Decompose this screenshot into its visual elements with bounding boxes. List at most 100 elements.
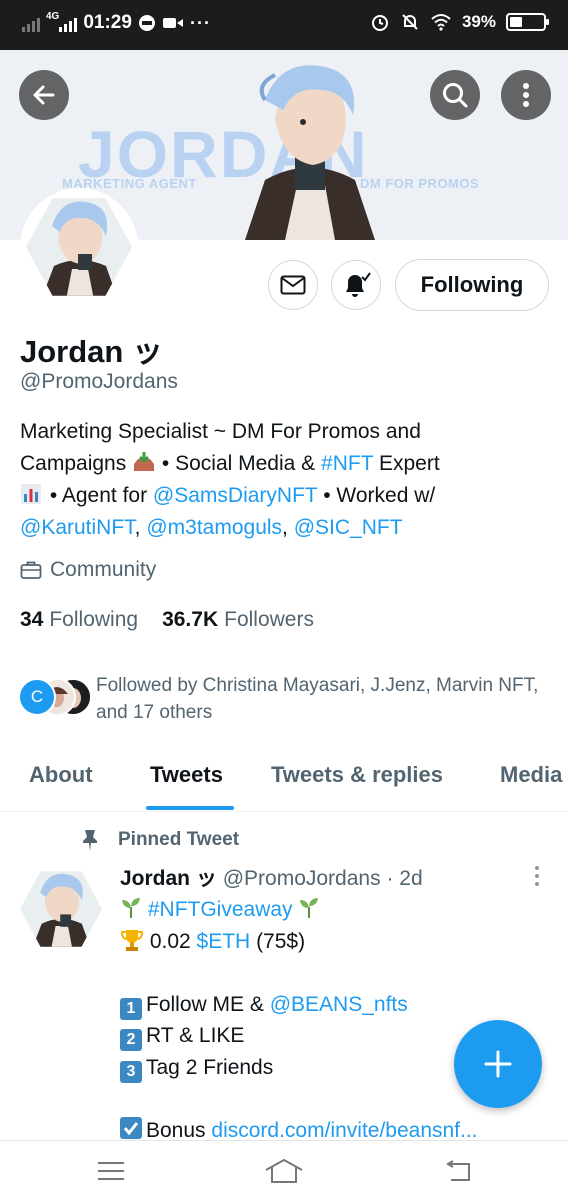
more-notifications-icon: ··· <box>189 12 211 33</box>
following-count: 34 <box>20 608 44 631</box>
followers-label: Followers <box>224 608 314 631</box>
following-stat[interactable]: 34 Following <box>20 608 138 632</box>
bio-text: • Social Media & <box>156 452 322 475</box>
profile-category: Community <box>20 558 156 582</box>
bio-text: Expert <box>373 452 440 475</box>
hashtag-link[interactable]: #NFTGiveaway <box>148 898 293 921</box>
tweet-text: Follow ME & <box>146 992 270 1016</box>
bio-text: , <box>282 516 294 539</box>
mention-link[interactable]: @m3tamoguls <box>146 516 282 539</box>
profile-handle: @PromoJordans <box>20 370 178 393</box>
profile-stats: 34 Following 36.7K Followers <box>20 608 314 632</box>
mention-link[interactable]: @SamsDiaryNFT <box>153 484 317 507</box>
followed-by-text: Followed by Christina Mayasari, J.Jenz, … <box>96 675 539 723</box>
bio-line: Marketing Specialist ~ DM For Promos and <box>20 420 421 443</box>
bio-text: • Agent for <box>44 484 153 507</box>
system-nav-bar <box>0 1140 568 1200</box>
tab-about[interactable]: About <box>29 762 93 788</box>
bell-check-icon <box>346 272 371 297</box>
tweet-text: 0.02 <box>144 929 197 953</box>
compose-tweet-button[interactable] <box>454 1020 542 1108</box>
notifications-button[interactable] <box>331 260 381 310</box>
followers-count: 36.7K <box>162 608 219 631</box>
search-button[interactable] <box>430 70 480 120</box>
search-icon <box>443 83 468 108</box>
alarm-icon <box>371 15 388 31</box>
back-nav-button[interactable] <box>437 1155 477 1187</box>
profile-avatar[interactable] <box>20 188 138 306</box>
tweet-author-avatar[interactable] <box>20 871 102 947</box>
cashtag-link[interactable]: $ETH <box>197 930 251 953</box>
tweet-timestamp: · 2d <box>386 867 423 890</box>
discord-link[interactable]: discord.com/invite/beansnf... <box>211 1119 477 1142</box>
back-button[interactable] <box>19 70 69 120</box>
active-tab-indicator <box>146 806 234 810</box>
follower-avatars: C <box>18 678 98 718</box>
mention-link[interactable]: @BEANS_nfts <box>270 993 408 1016</box>
bio-line: @KarutiNFT, @m3tamoguls, @SIC_NFT <box>20 512 550 544</box>
line-app-icon <box>138 15 155 31</box>
tab-tweets-replies[interactable]: Tweets & replies <box>271 762 443 788</box>
bio-line: • Agent for @SamsDiaryNFT • Worked w/ <box>20 480 550 512</box>
tweet-author-name[interactable]: Jordan ッ <box>120 867 217 890</box>
profile-bio: Marketing Specialist ~ DM For Promos and… <box>20 416 550 544</box>
battery-icon <box>506 13 549 31</box>
bio-text: • Worked w/ <box>317 484 436 507</box>
wifi-icon <box>431 14 451 31</box>
trophy-emoji-icon <box>120 929 144 951</box>
tweet-author-handle[interactable]: @PromoJordans <box>223 867 381 890</box>
followed-by[interactable]: C Followed by Christina Mayasari, J.Jenz… <box>18 672 558 728</box>
tweet-more-icon[interactable] <box>530 864 544 888</box>
vertical-dots-icon <box>523 83 529 107</box>
keycap-emoji-icon: 3 <box>120 1060 142 1083</box>
following-label: Following <box>49 608 139 631</box>
mention-link[interactable]: @SIC_NFT <box>294 516 403 539</box>
envelope-icon <box>280 275 306 295</box>
mute-bell-icon <box>402 14 418 30</box>
tab-media[interactable]: Media <box>500 762 562 788</box>
home-icon <box>265 1158 303 1183</box>
battery-percent: 39% <box>461 12 496 31</box>
avatar: C <box>18 678 56 716</box>
plus-icon <box>484 1050 512 1078</box>
pinned-label: Pinned Tweet <box>80 828 239 852</box>
tweet-header: Jordan ッ @PromoJordans · 2d <box>120 862 423 892</box>
recents-button[interactable] <box>91 1155 131 1187</box>
status-bar: 4G 01:29 ··· 39% <box>0 0 568 50</box>
tweet-text: RT & LIKE <box>146 1024 245 1047</box>
keycap-emoji-icon: 2 <box>120 1029 142 1051</box>
tab-tweets[interactable]: Tweets <box>150 762 223 788</box>
followers-stat[interactable]: 36.7K Followers <box>162 608 314 632</box>
tweet-body: #NFTGiveaway 0.02 $ETH (75$) 1 Follow ME … <box>120 894 550 1146</box>
back-arrow-icon <box>446 1160 470 1181</box>
bio-text: , <box>134 516 147 539</box>
category-label: Community <box>50 558 157 581</box>
arrow-left-icon <box>33 85 55 105</box>
seedling-emoji-icon <box>300 898 319 918</box>
home-button[interactable] <box>264 1155 304 1187</box>
banner-character-illustration <box>245 65 375 240</box>
status-time: 01:29 <box>83 12 132 33</box>
pinned-tweet-label: Pinned Tweet <box>118 829 240 850</box>
tweet-text: Tag 2 Friends <box>146 1055 274 1079</box>
mention-link[interactable]: @KarutiNFT <box>20 516 135 539</box>
seedling-emoji-icon <box>122 898 140 918</box>
bio-line: Campaigns • Social Media & #NFT Expert <box>20 448 550 480</box>
avatar-illustration <box>41 201 118 296</box>
tweet-line: 1 Follow ME & @BEANS_nfts <box>120 989 550 1021</box>
bio-text: Campaigns <box>20 452 127 475</box>
video-icon <box>162 18 183 28</box>
signal-icon-2 <box>59 14 78 32</box>
hashtag-link[interactable]: #NFT <box>321 452 373 475</box>
bar-chart-emoji-icon <box>20 483 44 505</box>
message-button[interactable] <box>268 260 318 310</box>
following-button[interactable]: Following <box>395 259 549 311</box>
pin-icon <box>83 830 97 851</box>
network-type: 4G <box>46 11 60 22</box>
tweet-line: #NFTGiveaway <box>120 894 550 926</box>
more-options-button[interactable] <box>501 70 551 120</box>
avatar-illustration <box>31 873 92 947</box>
tweet-line: 0.02 $ETH (75$) <box>120 926 550 958</box>
tweet-text: (75$) <box>250 929 306 953</box>
